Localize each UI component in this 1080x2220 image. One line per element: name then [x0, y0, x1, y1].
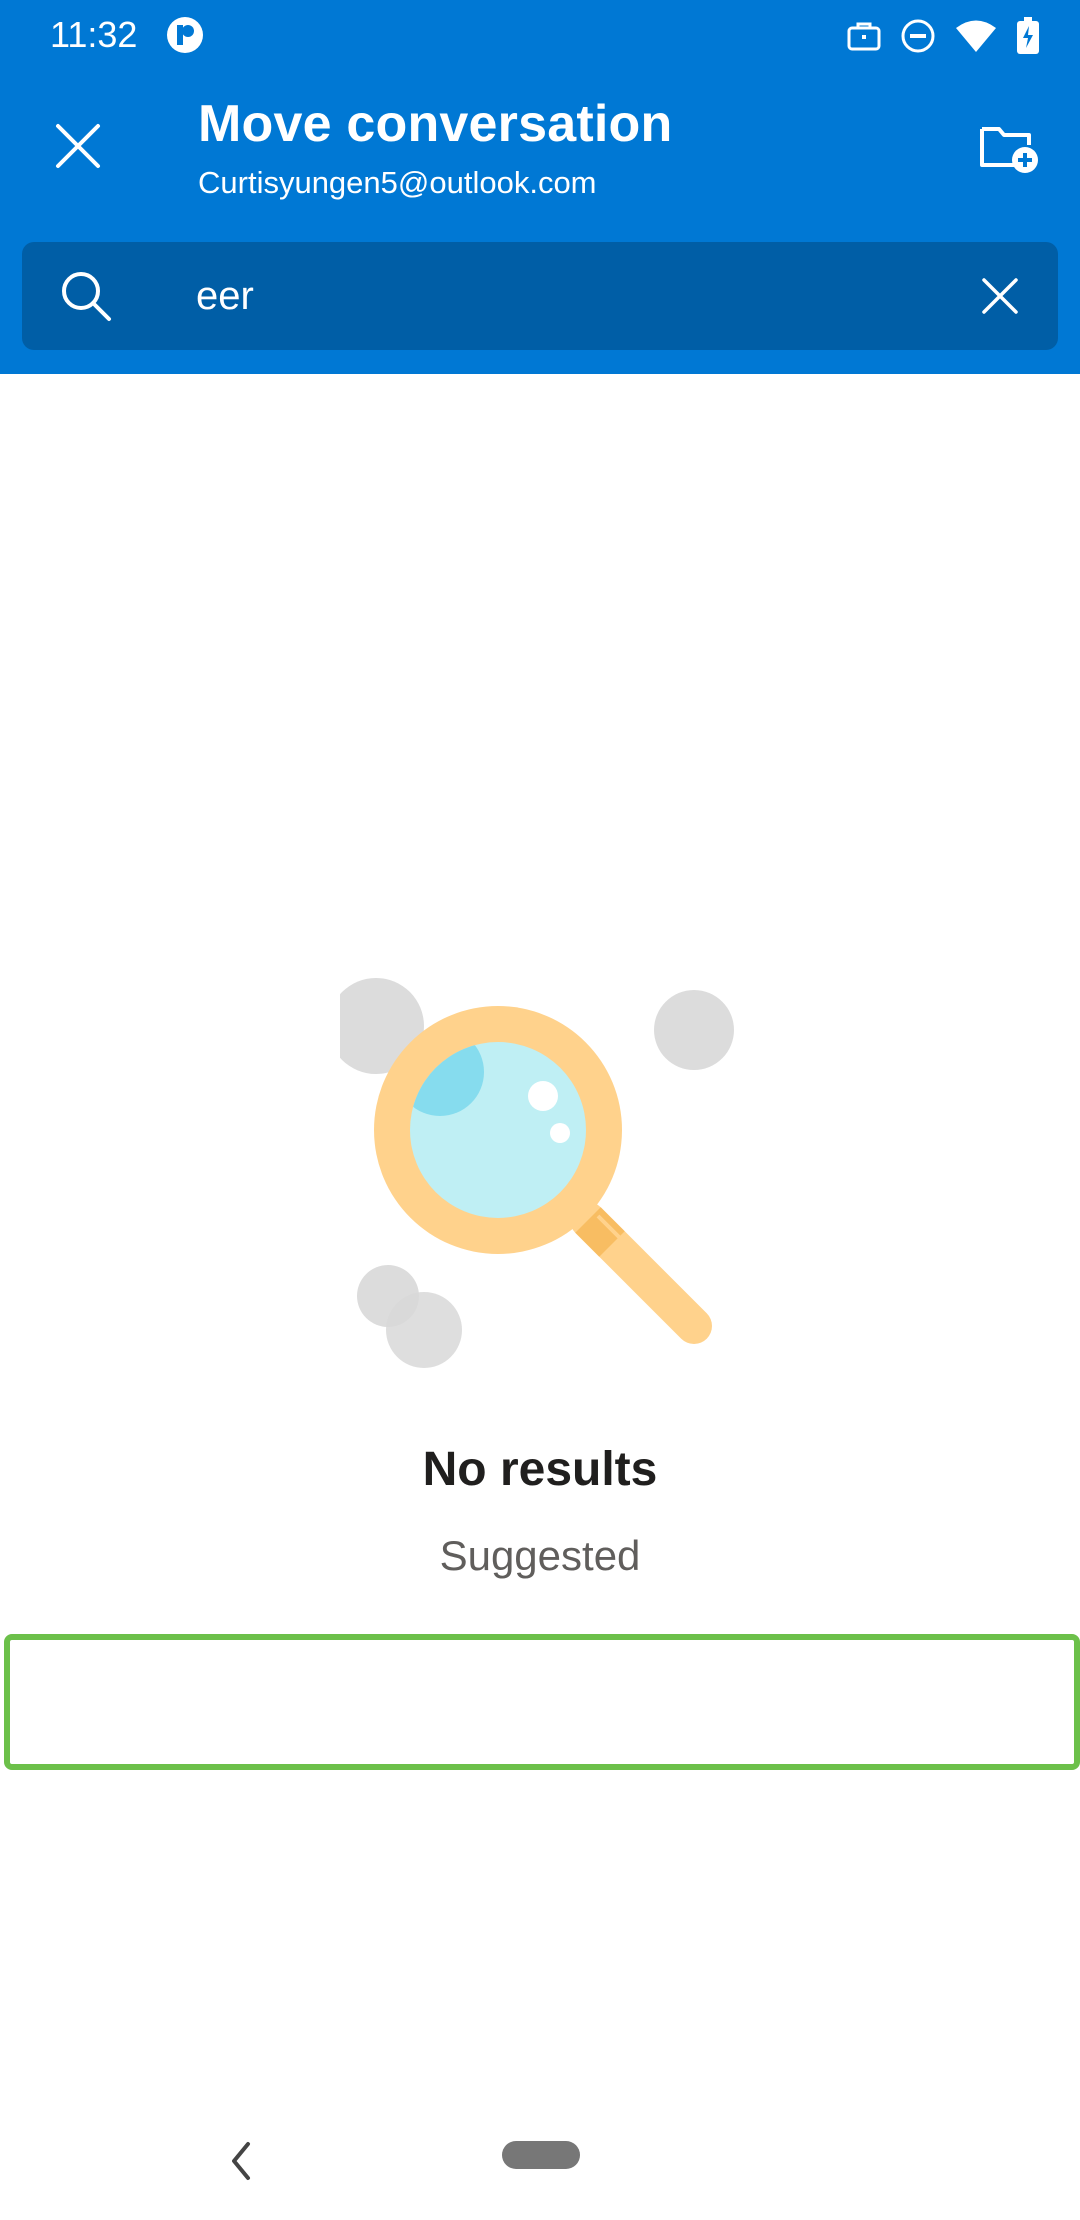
suggested-label: Suggested — [439, 1532, 641, 1579]
home-pill[interactable] — [502, 2141, 580, 2169]
status-bar: 11:32 — [0, 0, 1080, 70]
page-title: Move conversation — [198, 95, 673, 153]
back-icon[interactable] — [220, 2136, 260, 2186]
app-badge-icon — [167, 17, 203, 53]
close-button[interactable] — [40, 108, 116, 184]
clear-icon — [982, 278, 1018, 314]
magnifier-illustration — [340, 978, 734, 1368]
do-not-disturb-icon — [901, 19, 935, 53]
status-time: 11:32 — [50, 14, 138, 55]
account-email: Curtisyungen5@outlook.com — [198, 165, 597, 200]
new-folder-button[interactable] — [970, 108, 1050, 188]
no-results-message: No results — [422, 1443, 658, 1496]
folder-add-icon — [980, 127, 1038, 173]
close-icon — [56, 124, 100, 168]
search-bar[interactable] — [22, 242, 1058, 350]
battery-charging-icon — [1017, 17, 1039, 54]
status-icons — [846, 14, 1040, 58]
briefcase-icon — [847, 22, 881, 51]
search-icon — [62, 272, 111, 321]
wifi-icon — [956, 20, 996, 52]
clear-search-button[interactable] — [972, 268, 1028, 324]
suggested-folder-item[interactable] — [4, 1634, 1080, 1770]
app-header: 11:32 Move conversation Curtisyungen5@ou… — [0, 0, 1080, 374]
search-input[interactable] — [196, 264, 956, 328]
